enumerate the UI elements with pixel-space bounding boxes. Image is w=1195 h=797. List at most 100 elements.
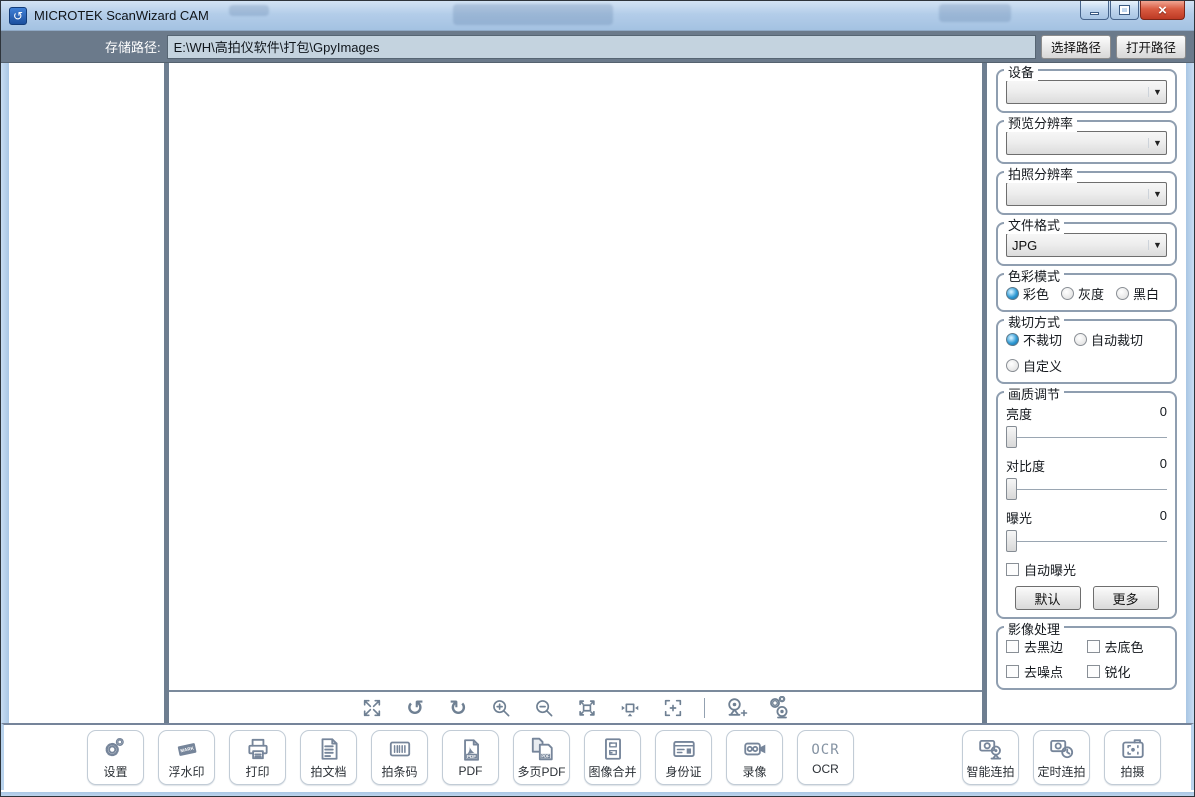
close-button[interactable]: × bbox=[1140, 1, 1185, 20]
brightness-slider-thumb[interactable] bbox=[1006, 426, 1017, 448]
photo-resolution-select[interactable]: ▼ bbox=[1006, 182, 1167, 206]
webcam-add-button[interactable] bbox=[724, 696, 748, 720]
video-record-icon bbox=[742, 736, 768, 762]
document-icon bbox=[316, 736, 342, 762]
title-bar: ↺ MICROTEK ScanWizard CAM × bbox=[1, 1, 1194, 31]
radio-color[interactable]: 彩色 bbox=[1006, 284, 1049, 303]
expand-button[interactable] bbox=[360, 696, 384, 720]
quality-group-title: 画质调节 bbox=[1004, 384, 1064, 403]
ocr-button[interactable]: OCR OCR bbox=[797, 730, 854, 785]
brightness-value: 0 bbox=[1160, 404, 1167, 423]
radio-no-crop[interactable]: 不裁切 bbox=[1006, 330, 1062, 349]
contrast-value: 0 bbox=[1160, 456, 1167, 475]
action-button-label: 定时连拍 bbox=[1037, 763, 1085, 780]
action-button-label: 录像 bbox=[742, 763, 766, 780]
minimize-button[interactable] bbox=[1080, 1, 1109, 20]
radio-selected-icon bbox=[1006, 287, 1019, 300]
capture-button[interactable]: 拍摄 bbox=[1104, 730, 1161, 785]
zoom-in-button[interactable] bbox=[489, 696, 513, 720]
camera-settings-button[interactable] bbox=[767, 696, 791, 720]
radio-custom-crop[interactable]: 自定义 bbox=[1006, 356, 1167, 375]
ocr-icon: OCR bbox=[811, 739, 839, 761]
chevron-down-icon: ▼ bbox=[1148, 87, 1166, 97]
zoom-out-button[interactable] bbox=[532, 696, 556, 720]
contrast-slider-thumb[interactable] bbox=[1006, 478, 1017, 500]
rotate-left-button[interactable]: ↺ bbox=[403, 696, 427, 720]
slider-track bbox=[1006, 437, 1167, 438]
video-record-button[interactable]: 录像 bbox=[726, 730, 783, 785]
sharpen-checkbox[interactable]: 锐化 bbox=[1087, 662, 1168, 681]
timed-burst-button[interactable]: 定时连拍 bbox=[1033, 730, 1090, 785]
exposure-label: 曝光 bbox=[1006, 508, 1032, 527]
radio-auto-crop[interactable]: 自动裁切 bbox=[1074, 330, 1143, 349]
device-select[interactable]: ▼ bbox=[1006, 80, 1167, 104]
minimize-icon bbox=[1090, 12, 1099, 15]
crop-mode-group: 裁切方式 不裁切 自动裁切 自定义 bbox=[996, 319, 1177, 384]
image-processing-group: 影像处理 去黑边 去底色 去噪点 bbox=[996, 626, 1177, 690]
scan-document-button[interactable]: 拍文档 bbox=[300, 730, 357, 785]
auto-exposure-checkbox[interactable]: 自动曝光 bbox=[1006, 560, 1167, 579]
chevron-down-icon: ▼ bbox=[1148, 240, 1166, 250]
remove-black-edge-checkbox[interactable]: 去黑边 bbox=[1006, 637, 1087, 656]
denoise-checkbox[interactable]: 去噪点 bbox=[1006, 662, 1087, 681]
select-path-button[interactable]: 选择路径 bbox=[1041, 35, 1111, 59]
preview-resolution-title: 预览分辨率 bbox=[1004, 113, 1077, 132]
maximize-icon bbox=[1120, 6, 1129, 14]
contrast-row: 对比度 0 bbox=[1006, 456, 1167, 475]
fit-screen-button[interactable] bbox=[575, 696, 599, 720]
zoom-in-icon bbox=[490, 697, 512, 719]
storage-path-input[interactable] bbox=[167, 35, 1036, 59]
action-button-label: 打印 bbox=[245, 763, 269, 780]
print-button[interactable]: 打印 bbox=[229, 730, 286, 785]
rotate-right-button[interactable]: ↻ bbox=[446, 696, 470, 720]
scan-barcode-button[interactable]: 拍条码 bbox=[371, 730, 428, 785]
radio-auto-crop-label: 自动裁切 bbox=[1091, 330, 1143, 349]
action-button-label: 浮水印 bbox=[168, 763, 204, 780]
device-group-title: 设备 bbox=[1004, 63, 1038, 81]
pdf-button[interactable]: PDF PDF bbox=[442, 730, 499, 785]
slider-track bbox=[1006, 489, 1167, 490]
window-frame-right bbox=[1186, 63, 1194, 723]
radio-gray[interactable]: 灰度 bbox=[1061, 284, 1104, 303]
photo-resolution-value bbox=[1007, 194, 1148, 195]
fit-width-button[interactable] bbox=[618, 696, 642, 720]
radio-bw[interactable]: 黑白 bbox=[1116, 284, 1159, 303]
window-frame-left bbox=[1, 63, 9, 723]
brightness-slider[interactable] bbox=[1006, 426, 1167, 448]
contrast-slider[interactable] bbox=[1006, 478, 1167, 500]
action-button-label: 设置 bbox=[103, 763, 127, 780]
timed-burst-icon bbox=[1049, 736, 1075, 762]
multi-pdf-button[interactable]: PDF 多页PDF bbox=[513, 730, 570, 785]
image-merge-button[interactable]: 图像合并 bbox=[584, 730, 641, 785]
sharpen-label: 锐化 bbox=[1105, 662, 1131, 681]
image-processing-title: 影像处理 bbox=[1004, 619, 1064, 638]
id-card-button[interactable]: 身份证 bbox=[655, 730, 712, 785]
quality-buttons: 默认 更多 bbox=[1006, 586, 1167, 610]
maximize-button[interactable] bbox=[1110, 1, 1139, 20]
device-select-value bbox=[1007, 92, 1148, 93]
file-format-select[interactable]: JPG ▼ bbox=[1006, 233, 1167, 257]
smart-burst-button[interactable]: 智能连拍 bbox=[962, 730, 1019, 785]
more-button[interactable]: 更多 bbox=[1093, 586, 1159, 610]
checkbox-icon bbox=[1087, 640, 1100, 653]
exposure-slider[interactable] bbox=[1006, 530, 1167, 552]
default-button[interactable]: 默认 bbox=[1015, 586, 1081, 610]
watermark-button[interactable]: MARK 浮水印 bbox=[158, 730, 215, 785]
svg-text:PDF: PDF bbox=[466, 754, 475, 759]
thumbnail-list-panel[interactable] bbox=[9, 63, 164, 723]
focus-center-button[interactable] bbox=[661, 696, 685, 720]
camera-preview-area[interactable] bbox=[169, 63, 982, 690]
color-mode-options: 彩色 灰度 黑白 bbox=[1006, 284, 1167, 303]
settings-button[interactable]: 设置 bbox=[87, 730, 144, 785]
open-path-button[interactable]: 打开路径 bbox=[1116, 35, 1186, 59]
quality-group: 画质调节 亮度 0 对比度 0 曝光 bbox=[996, 391, 1177, 619]
app-window: ↺ MICROTEK ScanWizard CAM × 存储路径: 选择路径 打… bbox=[0, 0, 1195, 797]
exposure-slider-thumb[interactable] bbox=[1006, 530, 1017, 552]
window-title: MICROTEK ScanWizard CAM bbox=[34, 8, 209, 23]
remove-background-checkbox[interactable]: 去底色 bbox=[1087, 637, 1168, 656]
preview-resolution-select[interactable]: ▼ bbox=[1006, 131, 1167, 155]
denoise-label: 去噪点 bbox=[1024, 662, 1063, 681]
exposure-row: 曝光 0 bbox=[1006, 508, 1167, 527]
smart-burst-icon bbox=[978, 736, 1004, 762]
fit-screen-icon bbox=[576, 697, 598, 719]
